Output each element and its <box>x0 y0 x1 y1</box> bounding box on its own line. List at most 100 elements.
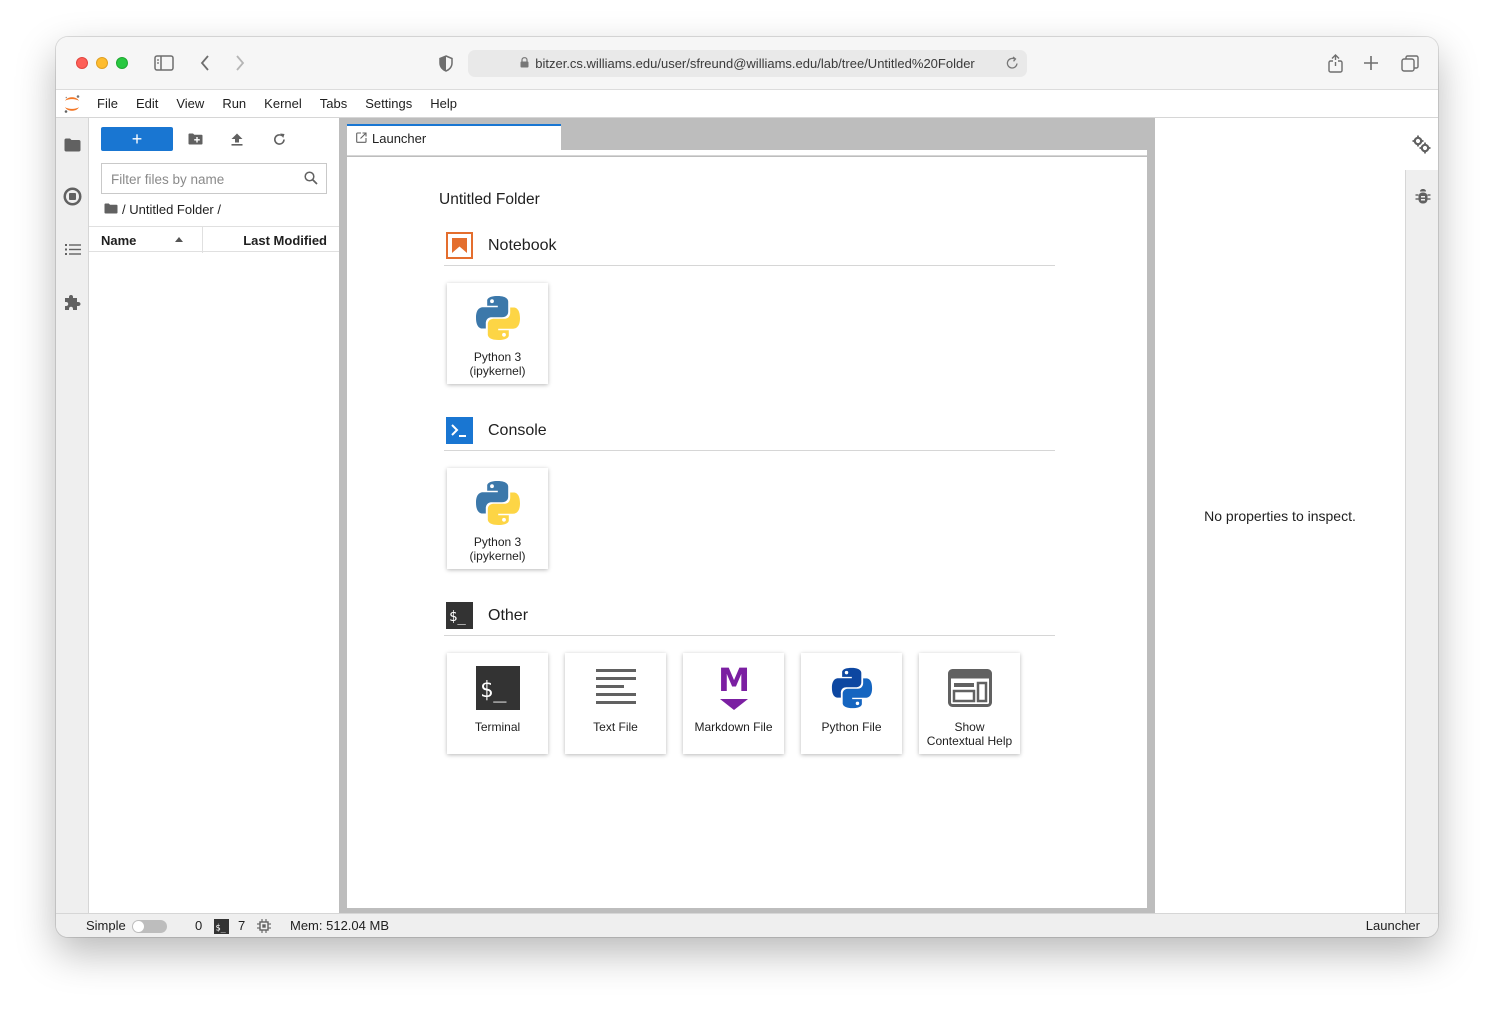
python-file-card[interactable]: Python File <box>801 653 902 754</box>
card-label-line1: Text File <box>593 720 638 734</box>
new-launcher-button[interactable]: + <box>101 127 173 151</box>
card-label: Terminal <box>447 720 548 734</box>
address-bar[interactable]: bitzer.cs.williams.edu/user/sfreund@will… <box>468 50 1027 77</box>
privacy-shield-icon[interactable] <box>437 54 455 72</box>
notebook-section: Notebook Python 3 (ipykernel) <box>444 232 1055 384</box>
main-dock-area: Launcher Untitled Folder Notebook Python… <box>339 118 1155 913</box>
python-logo-icon <box>473 478 523 528</box>
memory-usage: Mem: 512.04 MB <box>290 918 389 933</box>
toggle-knob <box>133 921 144 932</box>
notebook-section-header: Notebook <box>444 232 1055 266</box>
debugger-bug-icon[interactable] <box>1412 186 1433 207</box>
kernels-count[interactable]: 0 <box>195 918 202 933</box>
contextual-help-icon <box>945 663 995 713</box>
terminal-card[interactable]: $_ Terminal <box>447 653 548 754</box>
notebook-python3-card[interactable]: Python 3 (ipykernel) <box>447 283 548 384</box>
sidebar-toggle-icon[interactable] <box>153 54 175 72</box>
card-label: Markdown File <box>683 720 784 734</box>
card-label-line2: Contextual Help <box>926 734 1013 748</box>
card-label-line1: Python 3 <box>473 535 522 549</box>
other-cards: $_ Terminal Text File M Markdown File Py… <box>447 653 1020 754</box>
reload-icon[interactable] <box>1006 56 1019 73</box>
tab-overview-icon[interactable] <box>1400 54 1420 72</box>
menu-edit[interactable]: Edit <box>127 90 167 118</box>
column-name-header[interactable]: Name <box>101 233 136 248</box>
filter-files-input[interactable]: Filter files by name <box>101 163 327 194</box>
menu-view[interactable]: View <box>167 90 213 118</box>
minimize-window-button[interactable] <box>96 57 108 69</box>
svg-text:M: M <box>718 664 750 699</box>
forward-icon[interactable] <box>232 54 248 72</box>
card-label-line1: Terminal <box>474 720 521 734</box>
file-browser-toolbar: + <box>89 124 339 154</box>
upload-icon[interactable] <box>227 129 247 149</box>
card-label-line1: Show <box>954 720 985 734</box>
svg-text:$_: $_ <box>449 609 466 625</box>
right-sidebar-strip <box>1405 170 1438 913</box>
terminals-count[interactable]: 7 <box>238 918 245 933</box>
card-label-line1: Python 3 <box>473 350 522 364</box>
card-label-line2: (ipykernel) <box>469 364 526 378</box>
active-document-label: Launcher <box>1365 918 1420 933</box>
browser-window: bitzer.cs.williams.edu/user/sfreund@will… <box>56 37 1438 937</box>
console-section-label: Console <box>488 422 547 439</box>
file-browser-panel: + Filter files by name / Untitled Folder… <box>89 118 339 913</box>
close-window-button[interactable] <box>76 57 88 69</box>
tab-underline <box>347 150 1147 156</box>
svg-text:$_: $_ <box>216 924 227 934</box>
card-label-line1: Markdown File <box>694 720 773 734</box>
share-icon[interactable] <box>1326 53 1344 73</box>
cpu-chip-icon <box>257 919 271 936</box>
text-file-icon <box>591 663 641 713</box>
running-sessions-stop-icon[interactable] <box>62 186 83 207</box>
zoom-window-button[interactable] <box>116 57 128 69</box>
markdown-icon: M <box>709 663 759 713</box>
launcher-panel: Untitled Folder Notebook Python 3 (ipyke… <box>347 157 1147 908</box>
new-tab-icon[interactable] <box>1362 54 1380 72</box>
console-section-header: Console <box>444 417 1055 451</box>
menu-run[interactable]: Run <box>213 90 255 118</box>
menu-bar: File Edit View Run Kernel Tabs Settings … <box>56 90 1438 118</box>
menu-kernel[interactable]: Kernel <box>255 90 311 118</box>
console-python3-card[interactable]: Python 3 (ipykernel) <box>447 468 548 569</box>
other-terminal-icon: $_ <box>446 602 473 629</box>
menu-tabs[interactable]: Tabs <box>311 90 356 118</box>
property-inspector-gears-icon[interactable] <box>1411 134 1432 155</box>
search-icon <box>304 171 318 188</box>
card-label: Python File <box>801 720 902 734</box>
card-label-line1: Python File <box>821 720 882 734</box>
menu-file[interactable]: File <box>88 90 127 118</box>
sort-ascending-icon <box>175 237 183 242</box>
column-last-modified-header[interactable]: Last Modified <box>243 233 327 248</box>
svg-text:$_: $_ <box>480 678 507 703</box>
new-folder-icon[interactable] <box>185 129 205 149</box>
menu-settings[interactable]: Settings <box>356 90 421 118</box>
card-label: Show Contextual Help <box>919 720 1020 748</box>
python-file-icon <box>827 663 877 713</box>
file-browser-folder-icon[interactable] <box>62 134 83 155</box>
launcher-tab-icon <box>356 131 367 146</box>
tab-label: Launcher <box>372 130 427 146</box>
breadcrumb-path[interactable]: / Untitled Folder / <box>122 202 221 217</box>
no-properties-text: No properties to inspect. <box>1204 508 1356 524</box>
table-of-contents-icon[interactable] <box>62 239 83 260</box>
simple-mode-toggle[interactable] <box>132 920 167 933</box>
card-label: Python 3 (ipykernel) <box>447 535 548 563</box>
notebook-icon <box>446 232 473 259</box>
markdown-file-card[interactable]: M Markdown File <box>683 653 784 754</box>
right-activity-bar <box>1405 118 1438 913</box>
menu-help[interactable]: Help <box>421 90 466 118</box>
refresh-icon[interactable] <box>269 129 289 149</box>
back-icon[interactable] <box>197 54 213 72</box>
tab-launcher[interactable]: Launcher <box>347 124 561 150</box>
other-section-label: Other <box>488 607 529 624</box>
terminal-status-icon[interactable]: $_ <box>214 919 229 937</box>
card-label: Python 3 (ipykernel) <box>447 350 548 378</box>
notebook-section-label: Notebook <box>488 237 557 254</box>
column-divider[interactable] <box>202 227 203 253</box>
home-folder-icon[interactable] <box>104 202 118 217</box>
extension-manager-puzzle-icon[interactable] <box>62 292 83 313</box>
contextual-help-card[interactable]: Show Contextual Help <box>919 653 1020 754</box>
terminal-icon: $_ <box>473 663 523 713</box>
text-file-card[interactable]: Text File <box>565 653 666 754</box>
